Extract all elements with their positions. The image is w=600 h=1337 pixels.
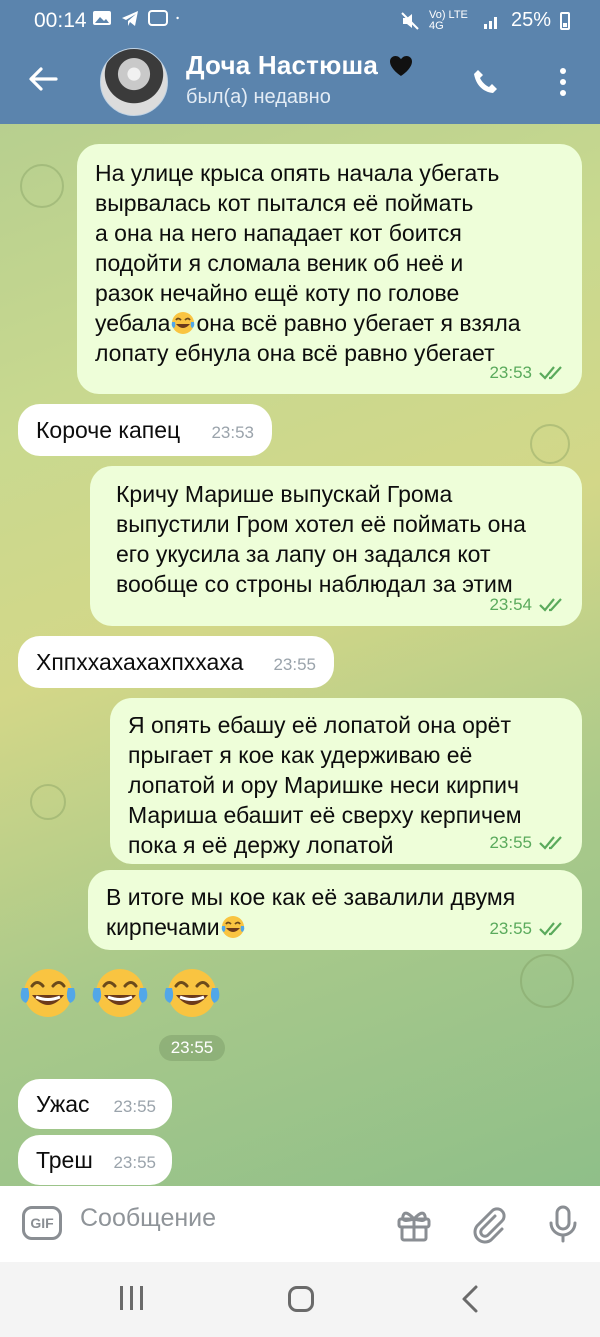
tears-of-joy-emoji-icon <box>92 969 148 1017</box>
tears-of-joy-emoji-icon <box>164 969 220 1017</box>
tears-of-joy-emoji-icon <box>220 914 246 940</box>
arrow-left-icon <box>29 67 58 91</box>
message-meta: 23:55 <box>113 1097 156 1116</box>
paperclip-icon[interactable] <box>468 1204 508 1244</box>
message-meta: 23:53 <box>489 358 566 388</box>
message-incoming[interactable]: Хппххахахахпххаха 23:55 <box>18 636 334 688</box>
photo-icon <box>93 11 111 25</box>
more-options-button[interactable] <box>548 62 578 102</box>
top-bar: 00:14 Vo) LTE 4G 25% Доча Настюша был(а)… <box>0 0 600 124</box>
status-system-icons: Vo) LTE 4G 25% <box>400 9 570 32</box>
gift-icon[interactable] <box>394 1204 434 1244</box>
chevron-left-icon[interactable] <box>458 1284 482 1314</box>
system-navigation-bar <box>0 1262 600 1337</box>
message-incoming[interactable]: Короче капец 23:53 <box>18 404 272 456</box>
network-label: Vo) LTE 4G <box>428 8 468 32</box>
call-button[interactable] <box>466 62 506 102</box>
message-text: Треш <box>36 1147 93 1173</box>
telegram-icon <box>122 11 138 26</box>
background-doodle <box>530 424 570 464</box>
chat-header: Доча Настюша был(а) недавно <box>0 40 600 124</box>
message-incoming[interactable]: Треш 23:55 <box>18 1135 172 1185</box>
message-text: Хппххахахахпххаха <box>36 649 244 675</box>
message-input[interactable]: Сообщение <box>80 1204 216 1233</box>
message-meta: 23:53 <box>211 423 254 442</box>
message-text: Короче капец <box>36 417 181 443</box>
battery-icon <box>560 11 570 30</box>
double-check-icon <box>539 836 562 850</box>
chat-title-text: Доча Настюша <box>186 50 379 80</box>
chat-messages-area[interactable]: На улице крыса опять начала убегать вырв… <box>0 124 600 1186</box>
double-check-icon <box>539 366 562 380</box>
message-meta: 23:55 <box>273 655 316 674</box>
status-bar: 00:14 Vo) LTE 4G 25% <box>0 0 600 40</box>
microphone-icon[interactable] <box>545 1204 581 1244</box>
background-doodle <box>30 784 66 820</box>
tears-of-joy-emoji-icon <box>20 969 76 1017</box>
signal-icon <box>483 16 497 29</box>
double-check-icon <box>539 922 562 936</box>
status-time: 00:14 <box>34 9 87 32</box>
message-text: Ужас <box>36 1091 90 1117</box>
app-icon <box>148 10 168 26</box>
back-button[interactable] <box>22 58 64 100</box>
message-outgoing[interactable]: На улице крыса опять начала убегать вырв… <box>77 144 582 394</box>
message-text: Кричу Марише выпускай Грома выпустили Гр… <box>116 481 526 597</box>
battery-percent: 25% <box>510 9 551 31</box>
message-incoming[interactable]: Ужас 23:55 <box>18 1079 172 1129</box>
mute-icon <box>401 11 419 30</box>
message-meta: 23:55 <box>489 828 566 858</box>
home-button[interactable] <box>288 1286 314 1312</box>
background-doodle <box>520 954 574 1008</box>
recent-apps-button[interactable] <box>120 1286 148 1312</box>
message-outgoing[interactable]: В итоге мы кое как её завалили двумя кир… <box>88 870 582 950</box>
message-input-bar: GIF Сообщение <box>0 1186 600 1262</box>
emoji-message[interactable] <box>18 962 222 1022</box>
emoji-message-time: 23:55 <box>159 1035 225 1061</box>
message-outgoing[interactable]: Кричу Марише выпускай Грома выпустили Гр… <box>90 466 582 626</box>
black-heart-icon <box>390 55 413 76</box>
tears-of-joy-emoji-icon <box>170 310 196 336</box>
message-text: На улице крыса опять начала убегать вырв… <box>95 160 521 366</box>
dot-icon <box>176 16 179 20</box>
double-check-icon <box>539 598 562 612</box>
avatar[interactable] <box>100 48 168 116</box>
message-meta: 23:55 <box>113 1153 156 1172</box>
background-doodle <box>20 164 64 208</box>
phone-icon <box>474 70 497 93</box>
status-notification-icons <box>92 9 184 27</box>
chat-title[interactable]: Доча Настюша <box>186 50 414 81</box>
chat-status: был(а) недавно <box>186 86 331 108</box>
message-meta: 23:55 <box>489 914 566 944</box>
message-outgoing[interactable]: Я опять ебашу её лопатой она орёт прыгае… <box>110 698 582 864</box>
message-meta: 23:54 <box>489 590 566 620</box>
gif-button[interactable]: GIF <box>22 1206 62 1240</box>
